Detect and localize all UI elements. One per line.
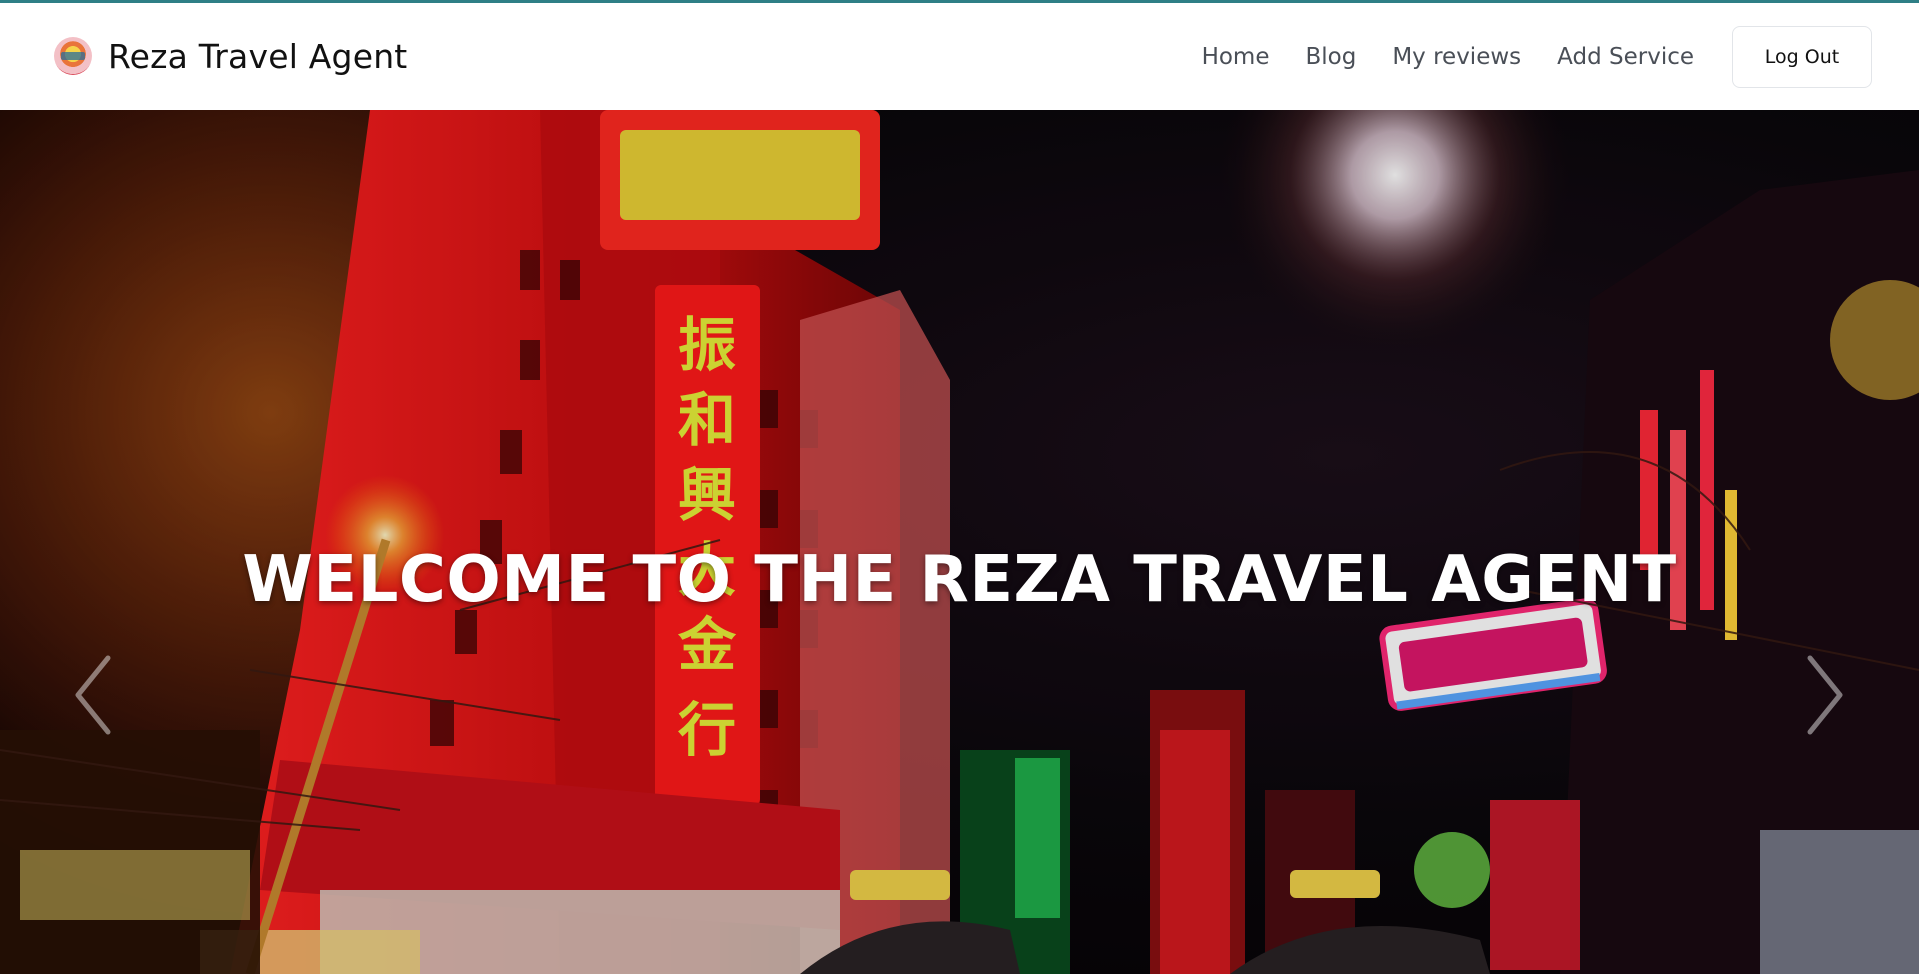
chevron-left-icon [75,655,111,735]
brand-logo-icon [54,36,92,75]
chevron-right-icon [1807,655,1843,735]
nav-link-home[interactable]: Home [1202,44,1270,70]
nav-links: Home Blog My reviews Add Service [1202,3,1694,110]
hero-carousel: 振 和 興 大 金 行 WELCOME TO THE REZA TRAVEL A… [0,110,1919,974]
logout-button[interactable]: Log Out [1732,26,1872,88]
brand[interactable]: Reza Travel Agent [54,3,407,110]
carousel-prev-button[interactable] [66,640,126,750]
carousel-next-button[interactable] [1792,640,1852,750]
hero-title: WELCOME TO THE REZA TRAVEL AGENT [242,543,1677,617]
navbar: Reza Travel Agent Home Blog My reviews A… [0,3,1919,110]
nav-link-add-service[interactable]: Add Service [1557,44,1694,70]
brand-name: Reza Travel Agent [108,37,408,76]
nav-link-blog[interactable]: Blog [1305,44,1356,70]
nav-link-my-reviews[interactable]: My reviews [1392,44,1521,70]
hero-background-image: 振 和 興 大 金 行 [0,110,1919,974]
